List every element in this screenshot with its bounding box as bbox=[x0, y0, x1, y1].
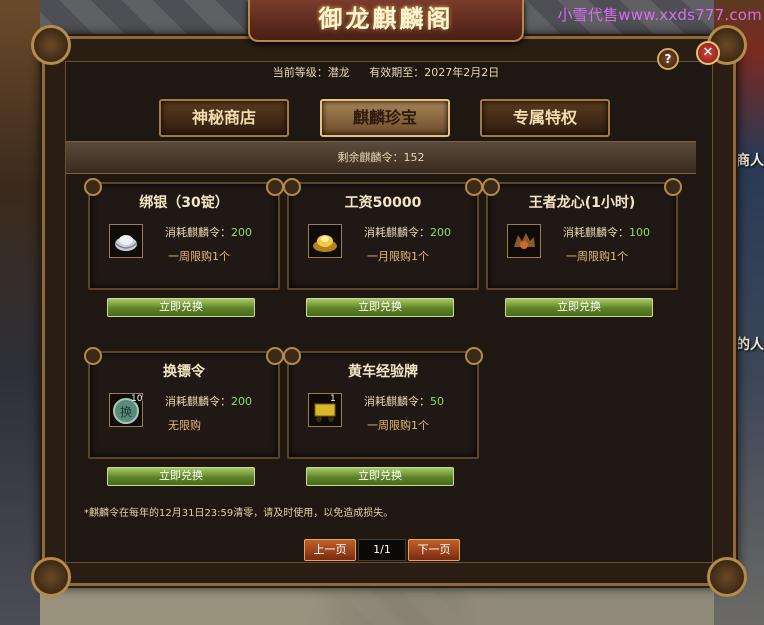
prev-page-button[interactable]: 上一页 bbox=[304, 539, 356, 561]
item-name: 王者龙心(1小时) bbox=[528, 195, 636, 211]
gold-ingot-icon[interactable] bbox=[308, 224, 342, 258]
tab-exclusive-privilege[interactable]: 专属特权 bbox=[480, 99, 610, 137]
item-limit: 一周限购1个 bbox=[566, 250, 628, 263]
balance-bar: 剩余麒麟令：152 bbox=[66, 141, 696, 174]
item-card: 换镖令 换 10 消耗麒麟令：200 无限购 bbox=[84, 347, 284, 459]
header-info: 当前等级：潜龙 有效期至：2027年2月2日 bbox=[42, 64, 730, 80]
item-cost: 消耗麒麟令：50 bbox=[364, 395, 444, 408]
item-limit: 一周限购1个 bbox=[168, 250, 230, 263]
silver-ingot-icon[interactable] bbox=[109, 224, 143, 258]
item-count: 10 bbox=[131, 394, 143, 404]
item-name: 换镖令 bbox=[163, 364, 205, 380]
exchange-button[interactable]: 立即兑换 bbox=[505, 298, 653, 317]
level-value: 潜龙 bbox=[327, 66, 350, 79]
item-card: 王者龙心(1小时) 消耗麒麟令：100 一周限购1个 bbox=[482, 178, 682, 290]
item-limit: 一月限购1个 bbox=[367, 250, 429, 263]
window-title: 御龙麒麟阁 bbox=[318, 4, 454, 33]
tab-qilin-treasure[interactable]: 麒麟珍宝 bbox=[320, 99, 450, 137]
item-name: 工资50000 bbox=[344, 195, 422, 211]
item-card: 绑银（30锭） 消耗麒麟令：200 一周限购1个 bbox=[84, 178, 284, 290]
svg-text:换: 换 bbox=[120, 405, 132, 419]
exchange-button[interactable]: 立即兑换 bbox=[107, 298, 255, 317]
item-limit: 无限购 bbox=[168, 419, 201, 432]
exchange-button[interactable]: 立即兑换 bbox=[107, 467, 255, 486]
expiry-value: 2027年2月2日 bbox=[424, 66, 500, 79]
item-cost-value: 200 bbox=[430, 226, 451, 239]
exchange-button[interactable]: 立即兑换 bbox=[306, 467, 454, 486]
yellow-cart-icon[interactable]: 1 bbox=[308, 393, 342, 427]
balance-value: 152 bbox=[403, 151, 425, 164]
frame-corner-ornament bbox=[31, 25, 71, 65]
item-cost-value: 50 bbox=[430, 395, 444, 408]
expiry-info: 有效期至：2027年2月2日 bbox=[369, 66, 500, 79]
item-limit: 一周限购1个 bbox=[367, 419, 429, 432]
item-cost-value: 200 bbox=[231, 395, 252, 408]
page-indicator: 1/1 bbox=[358, 539, 406, 561]
background-left-scenery bbox=[0, 0, 40, 625]
frame-corner-ornament bbox=[31, 557, 71, 597]
item-cost-value: 200 bbox=[231, 226, 252, 239]
item-name: 黄车经验牌 bbox=[348, 364, 418, 380]
item-cost: 消耗麒麟令：200 bbox=[165, 395, 252, 408]
level-info: 当前等级：潜龙 bbox=[272, 66, 350, 79]
watermark: 小雪代售www.xxds777.com bbox=[557, 6, 762, 24]
title-plaque: 御龙麒麟阁 bbox=[248, 0, 524, 42]
item-cost-value: 100 bbox=[629, 226, 650, 239]
item-name: 绑银（30锭） bbox=[139, 195, 229, 211]
item-cost: 消耗麒麟令：200 bbox=[165, 226, 252, 239]
close-button[interactable]: ✕ bbox=[696, 41, 720, 65]
reset-notice: *麒麟令在每年的12月31日23:59清零，请及时使用，以免造成损失。 bbox=[84, 508, 394, 519]
exchange-button[interactable]: 立即兑换 bbox=[306, 298, 454, 317]
item-card: 工资50000 消耗麒麟令：200 一月限购1个 bbox=[283, 178, 483, 290]
next-page-button[interactable]: 下一页 bbox=[408, 539, 460, 561]
frame-corner-ornament bbox=[707, 557, 747, 597]
tab-mystery-shop[interactable]: 神秘商店 bbox=[159, 99, 289, 137]
dragon-heart-icon[interactable] bbox=[507, 224, 541, 258]
item-cost: 消耗麒麟令：100 bbox=[563, 226, 650, 239]
item-cost: 消耗麒麟令：200 bbox=[364, 226, 451, 239]
escort-token-icon[interactable]: 换 10 bbox=[109, 393, 143, 427]
item-card: 黄车经验牌 1 消耗麒麟令：50 一周限购1个 bbox=[283, 347, 483, 459]
item-count: 1 bbox=[330, 394, 336, 404]
